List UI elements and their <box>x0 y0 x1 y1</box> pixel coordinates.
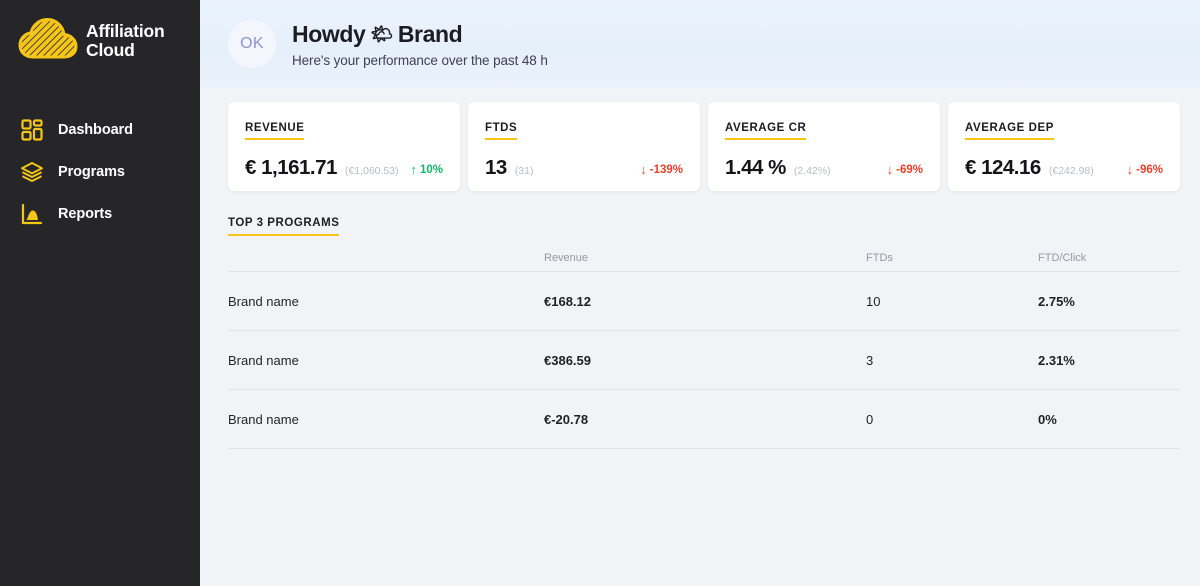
table-head: Revenue FTDs FTD/Click <box>228 252 1180 272</box>
column-header-ftds[interactable]: FTDs <box>866 252 1038 272</box>
stat-card-value: € 124.16 <box>965 156 1041 179</box>
brand-line-2: Cloud <box>86 40 135 60</box>
grid-icon <box>20 118 44 142</box>
stat-card-title: AVERAGE CR <box>725 122 807 140</box>
stat-card-value: € 1,161.71 <box>245 156 337 179</box>
table-header-row: Revenue FTDs FTD/Click <box>228 252 1180 272</box>
sidebar: Affiliation Cloud Dashboard Programs Rep… <box>0 0 200 586</box>
table-row[interactable]: Brand name €-20.78 0 0% <box>228 389 1180 449</box>
stat-card-ftds[interactable]: FTDS 13 (31) ↓ -139% <box>468 102 700 191</box>
greeting-brand-name: Brand <box>397 20 463 47</box>
avatar[interactable]: OK <box>228 20 276 68</box>
stat-card-title: REVENUE <box>245 122 305 140</box>
sidebar-item-dashboard[interactable]: Dashboard <box>0 109 200 151</box>
top-programs-section: TOP 3 PROGRAMS Revenue FTDs FTD/Click Br… <box>200 191 1200 449</box>
page-subtitle: Here's your performance over the past 48… <box>292 52 548 68</box>
stat-card-row: 1.44 % (2.42%) ↓ -69% <box>725 156 923 180</box>
stat-card-value: 1.44 % <box>725 156 786 179</box>
stat-card-row: € 1,161.71 (€1,060.53) ↑ 10% <box>245 156 443 180</box>
page-title: Howdy 🌤 Brand <box>292 21 548 48</box>
stat-card-comparison: (€242.98) <box>1048 165 1094 177</box>
stat-cards: REVENUE € 1,161.71 (€1,060.53) ↑ 10% FTD… <box>200 88 1200 191</box>
stat-card-revenue[interactable]: REVENUE € 1,161.71 (€1,060.53) ↑ 10% <box>228 102 460 191</box>
arrow-down-icon: ↓ <box>1126 162 1134 177</box>
stat-card-delta-value: -96% <box>1136 163 1163 176</box>
stat-card-comparison: (31) <box>514 165 534 177</box>
cell-revenue: €386.59 <box>544 330 866 390</box>
top-programs-table: Revenue FTDs FTD/Click Brand name €168.1… <box>228 252 1180 449</box>
cell-revenue: €168.12 <box>544 271 866 331</box>
stat-card-delta-value: 10% <box>419 163 443 176</box>
greeting-block: Howdy 🌤 Brand Here's your performance ov… <box>292 21 548 68</box>
cell-ftd-click: 2.75% <box>1038 271 1180 331</box>
arrow-down-icon: ↓ <box>886 162 894 177</box>
section-title: TOP 3 PROGRAMS <box>228 217 340 236</box>
table-row[interactable]: Brand name €168.12 10 2.75% <box>228 271 1180 331</box>
cell-program-name: Brand name <box>228 389 544 449</box>
brand-logo-block[interactable]: Affiliation Cloud <box>0 0 200 65</box>
column-header-revenue[interactable]: Revenue <box>544 252 866 272</box>
table-row[interactable]: Brand name €386.59 3 2.31% <box>228 330 1180 390</box>
chart-icon <box>20 202 44 226</box>
column-header-ftd-click[interactable]: FTD/Click <box>1038 252 1180 272</box>
app-root: Affiliation Cloud Dashboard Programs Rep… <box>0 0 1200 586</box>
stat-card-average-cr[interactable]: AVERAGE CR 1.44 % (2.42%) ↓ -69% <box>708 102 940 191</box>
arrow-up-icon: ↑ <box>410 162 417 177</box>
stat-card-row: € 124.16 (€242.98) ↓ -96% <box>965 156 1163 180</box>
cell-ftd-click: 0% <box>1038 389 1180 449</box>
cell-ftds: 3 <box>866 330 1038 390</box>
stat-card-delta-value: -69% <box>896 163 923 176</box>
stat-card-comparison: (€1,060.53) <box>344 165 399 177</box>
cloud-icon <box>18 17 80 65</box>
sidebar-nav: Dashboard Programs Reports <box>0 109 200 235</box>
sidebar-item-label: Dashboard <box>58 122 133 138</box>
cell-revenue: €-20.78 <box>544 389 866 449</box>
sun-icon: 🌤 <box>370 23 393 44</box>
stat-card-row: 13 (31) ↓ -139% <box>485 156 683 180</box>
sidebar-item-label: Reports <box>58 206 113 222</box>
table-body: Brand name €168.12 10 2.75% Brand name €… <box>228 271 1180 449</box>
column-header-name[interactable] <box>228 252 544 272</box>
stat-card-average-dep[interactable]: AVERAGE DEP € 124.16 (€242.98) ↓ -96% <box>948 102 1180 191</box>
stat-card-delta: ↓ -69% <box>887 163 923 176</box>
stat-card-delta: ↓ -139% <box>640 163 683 176</box>
stat-card-comparison: (2.42%) <box>793 165 831 177</box>
stat-card-delta: ↑ 10% <box>410 163 443 176</box>
sidebar-item-label: Programs <box>58 164 125 180</box>
greeting-prefix: Howdy <box>292 20 366 47</box>
main-content: OK Howdy 🌤 Brand Here's your performance… <box>200 0 1200 586</box>
cell-program-name: Brand name <box>228 330 544 390</box>
stat-card-value: 13 <box>485 156 507 179</box>
stat-card-title: AVERAGE DEP <box>965 122 1054 140</box>
cell-ftds: 10 <box>866 271 1038 331</box>
stat-card-title: FTDS <box>485 122 518 140</box>
sidebar-item-programs[interactable]: Programs <box>0 151 200 193</box>
page-header: OK Howdy 🌤 Brand Here's your performance… <box>200 0 1200 88</box>
avatar-initials: OK <box>240 35 264 52</box>
sidebar-item-reports[interactable]: Reports <box>0 193 200 235</box>
cell-program-name: Brand name <box>228 271 544 331</box>
brand-name: Affiliation Cloud <box>86 21 165 60</box>
cell-ftds: 0 <box>866 389 1038 449</box>
brand-line-1: Affiliation <box>86 21 165 42</box>
stat-card-delta: ↓ -96% <box>1127 163 1163 176</box>
cell-ftd-click: 2.31% <box>1038 330 1180 390</box>
stat-card-delta-value: -139% <box>649 163 683 176</box>
arrow-down-icon: ↓ <box>640 162 647 177</box>
layers-icon <box>20 160 44 184</box>
